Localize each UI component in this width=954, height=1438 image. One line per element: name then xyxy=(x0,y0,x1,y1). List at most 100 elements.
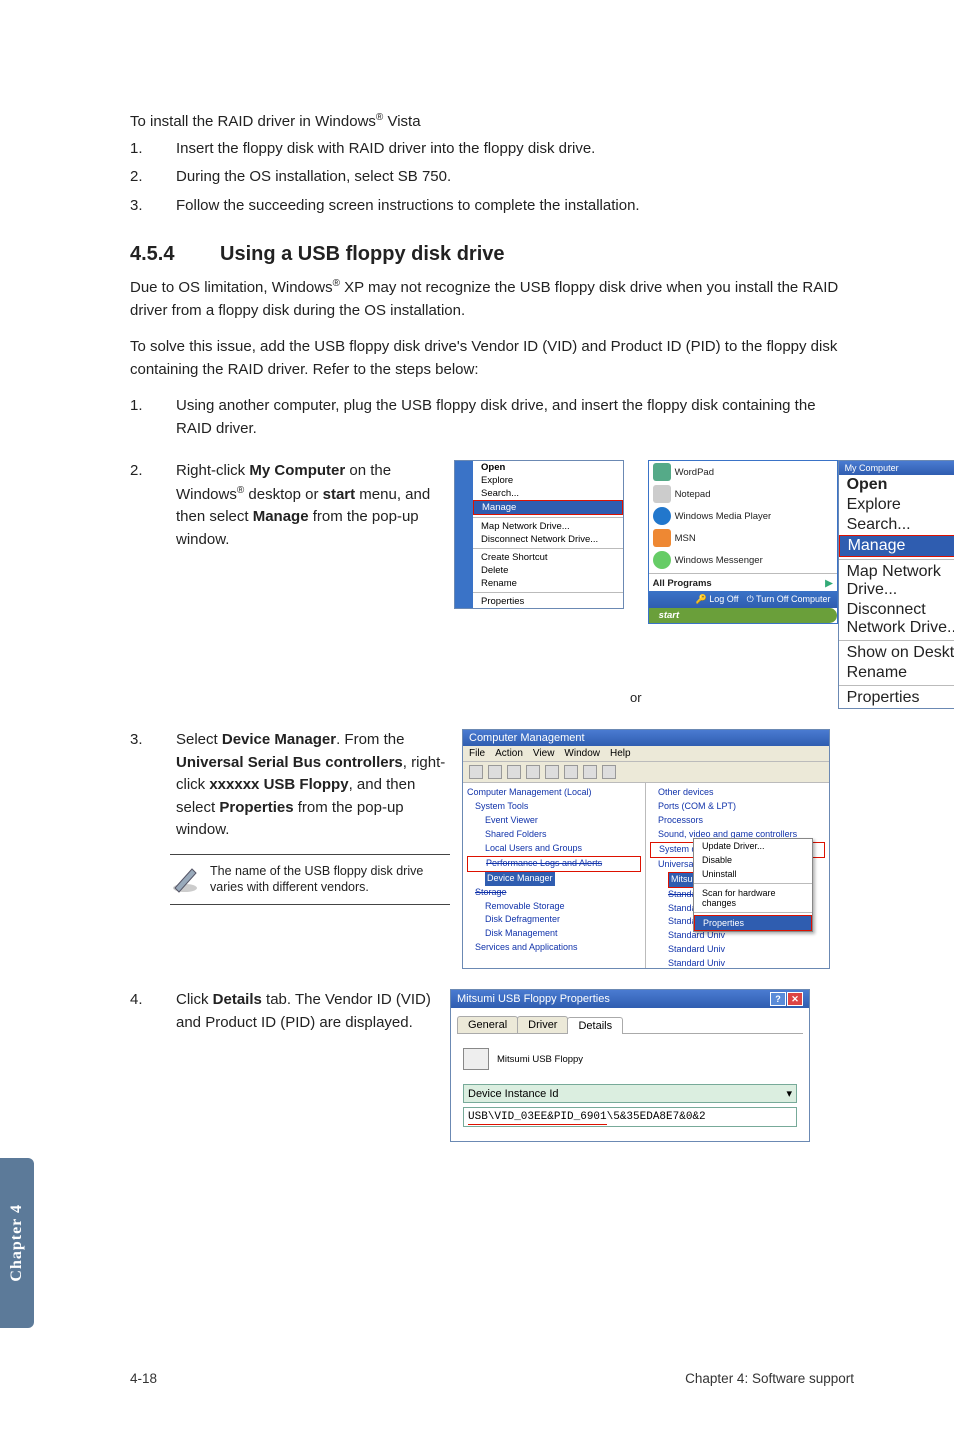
sub-search[interactable]: Search... xyxy=(839,515,954,535)
toolbar-btn[interactable] xyxy=(545,765,559,779)
property-selector[interactable]: Device Instance Id▾ xyxy=(463,1084,797,1103)
mgmt-menu-help[interactable]: Help xyxy=(610,748,631,759)
mgmt-title: Computer Management xyxy=(469,732,585,744)
sub-open[interactable]: Open xyxy=(839,475,954,495)
start-all-programs[interactable]: All Programs▶ xyxy=(649,576,837,591)
tree-item[interactable]: Standard Univ xyxy=(650,957,825,968)
toolbar-btn[interactable] xyxy=(488,765,502,779)
start-messenger[interactable]: Windows Messenger xyxy=(649,549,837,571)
step-2-text: Right-click My Computer on the Windows® … xyxy=(176,460,438,551)
tree-item[interactable]: Disk Defragmenter xyxy=(467,913,641,927)
notepad-icon xyxy=(653,485,671,503)
submenu-title: My Computer xyxy=(845,463,899,473)
start-menu[interactable]: WordPad Notepad Windows Media Player MSN… xyxy=(648,460,838,624)
mgmt-menu-action[interactable]: Action xyxy=(495,748,523,759)
sub-disc[interactable]: Disconnect Network Drive... xyxy=(839,600,954,638)
toolbar-btn[interactable] xyxy=(507,765,521,779)
computer-management-window[interactable]: Computer Management File Action View Win… xyxy=(462,729,830,969)
close-button[interactable]: ✕ xyxy=(787,992,803,1006)
start-msn[interactable]: MSN xyxy=(649,527,837,549)
intro-step-2: 2.During the OS installation, select SB … xyxy=(130,166,854,189)
tab-general[interactable]: General xyxy=(457,1016,518,1033)
ctx-rename[interactable]: Rename xyxy=(473,577,623,590)
tab-details[interactable]: Details xyxy=(567,1017,623,1034)
ctx-explore[interactable]: Explore xyxy=(473,474,623,487)
messenger-icon xyxy=(653,551,671,569)
mgmt-menu-window[interactable]: Window xyxy=(564,748,600,759)
toolbar-btn[interactable] xyxy=(564,765,578,779)
step-1: 1.Using another computer, plug the USB f… xyxy=(130,395,854,440)
wordpad-icon xyxy=(653,463,671,481)
sub-rename[interactable]: Rename xyxy=(839,663,954,683)
tree-item[interactable]: Services and Applications xyxy=(467,941,641,955)
toolbar-btn[interactable] xyxy=(602,765,616,779)
tree-item[interactable]: Other devices xyxy=(650,786,825,800)
start-turnoff[interactable]: ⏻ Turn Off Computer xyxy=(747,594,831,605)
ctx-update-driver[interactable]: Update Driver... xyxy=(694,839,812,853)
tree-item[interactable]: Event Viewer xyxy=(467,814,641,828)
ctx-uninstall[interactable]: Uninstall xyxy=(694,867,812,881)
sub-explore[interactable]: Explore xyxy=(839,495,954,515)
section-heading: 4.5.4Using a USB floppy disk drive xyxy=(130,243,854,266)
tree-item[interactable]: System Tools xyxy=(467,800,641,814)
toolbar-btn[interactable] xyxy=(526,765,540,779)
sub-manage[interactable]: Manage xyxy=(839,535,954,557)
tree-item[interactable]: Ports (COM & LPT) xyxy=(650,800,825,814)
note-block: The name of the USB floppy disk drive va… xyxy=(170,854,450,906)
mgmt-menu-file[interactable]: File xyxy=(469,748,485,759)
tree-item[interactable]: Disk Management xyxy=(467,927,641,941)
tree-item[interactable]: Computer Management (Local) xyxy=(467,786,641,800)
or-label: or xyxy=(630,690,642,709)
start-wmp[interactable]: Windows Media Player xyxy=(649,505,837,527)
step-2-num: 2. xyxy=(130,460,176,551)
intro-step-3: 3.Follow the succeeding screen instructi… xyxy=(130,195,854,218)
props-title: Mitsumi USB Floppy Properties xyxy=(457,993,610,1005)
tree-item[interactable]: Removable Storage xyxy=(467,900,641,914)
ctx-create-shortcut[interactable]: Create Shortcut xyxy=(473,551,623,564)
tree-item[interactable]: Local Users and Groups xyxy=(467,842,641,856)
ctx-search[interactable]: Search... xyxy=(473,487,623,500)
ctx-disable[interactable]: Disable xyxy=(694,853,812,867)
properties-dialog[interactable]: Mitsumi USB Floppy Properties ? ✕ Genera… xyxy=(450,989,810,1142)
start-button[interactable]: start xyxy=(649,608,837,623)
ctx-manage[interactable]: Manage xyxy=(473,500,623,515)
tree-item[interactable]: Performance Logs and Alerts xyxy=(467,856,641,872)
mycomputer-submenu[interactable]: My Computer Open Explore Search... Manag… xyxy=(838,460,954,709)
ctx-map-drive[interactable]: Map Network Drive... xyxy=(473,520,623,533)
sub-show[interactable]: Show on Desktop xyxy=(839,643,954,663)
tree-item[interactable]: Standard Univ xyxy=(650,943,825,957)
mgmt-toolbar[interactable] xyxy=(463,762,829,783)
sub-props[interactable]: Properties xyxy=(839,688,954,708)
mycomputer-context-menu[interactable]: Open Explore Search... Manage Map Networ… xyxy=(454,460,624,609)
toolbar-btn[interactable] xyxy=(469,765,483,779)
intro-step-1: 1.Insert the floppy disk with RAID drive… xyxy=(130,138,854,161)
tree-item[interactable]: Shared Folders xyxy=(467,828,641,842)
device-id-value[interactable]: USB\VID_03EE&PID_6901\5&35EDA8E7&0&2 xyxy=(463,1107,797,1127)
ctx-disconnect-drive[interactable]: Disconnect Network Drive... xyxy=(473,533,623,546)
start-logoff[interactable]: 🔑 Log Off xyxy=(695,594,738,605)
toolbar-btn[interactable] xyxy=(583,765,597,779)
mgmt-menu-view[interactable]: View xyxy=(533,748,555,759)
chevron-down-icon: ▾ xyxy=(786,1087,792,1100)
tree-item[interactable]: Processors xyxy=(650,814,825,828)
paragraph-1: Due to OS limitation, Windows® XP may no… xyxy=(130,276,854,322)
start-wordpad[interactable]: WordPad xyxy=(649,461,837,483)
step-3-text: Select Device Manager. From the Universa… xyxy=(176,729,450,842)
tree-device-manager[interactable]: Device Manager xyxy=(485,872,555,886)
help-button[interactable]: ? xyxy=(770,992,786,1006)
footer-title: Chapter 4: Software support xyxy=(685,1371,854,1386)
paragraph-2: To solve this issue, add the USB floppy … xyxy=(130,336,854,381)
ctx-properties[interactable]: Properties xyxy=(473,595,623,608)
step-4-text: Click Details tab. The Vendor ID (VID) a… xyxy=(176,989,438,1034)
ctx-open[interactable]: Open xyxy=(473,461,623,474)
ctx-scan[interactable]: Scan for hardware changes xyxy=(694,886,812,910)
start-notepad[interactable]: Notepad xyxy=(649,483,837,505)
mgmt-left-tree[interactable]: Computer Management (Local) System Tools… xyxy=(463,783,646,968)
tree-item[interactable]: Storage xyxy=(467,886,641,900)
ctx-delete[interactable]: Delete xyxy=(473,564,623,577)
sub-map[interactable]: Map Network Drive... xyxy=(839,562,954,600)
ctx-properties[interactable]: Properties xyxy=(694,915,812,931)
device-context-menu[interactable]: Update Driver... Disable Uninstall Scan … xyxy=(693,838,813,932)
intro-title: To install the RAID driver in Windows® V… xyxy=(130,110,854,134)
tab-driver[interactable]: Driver xyxy=(517,1016,568,1033)
